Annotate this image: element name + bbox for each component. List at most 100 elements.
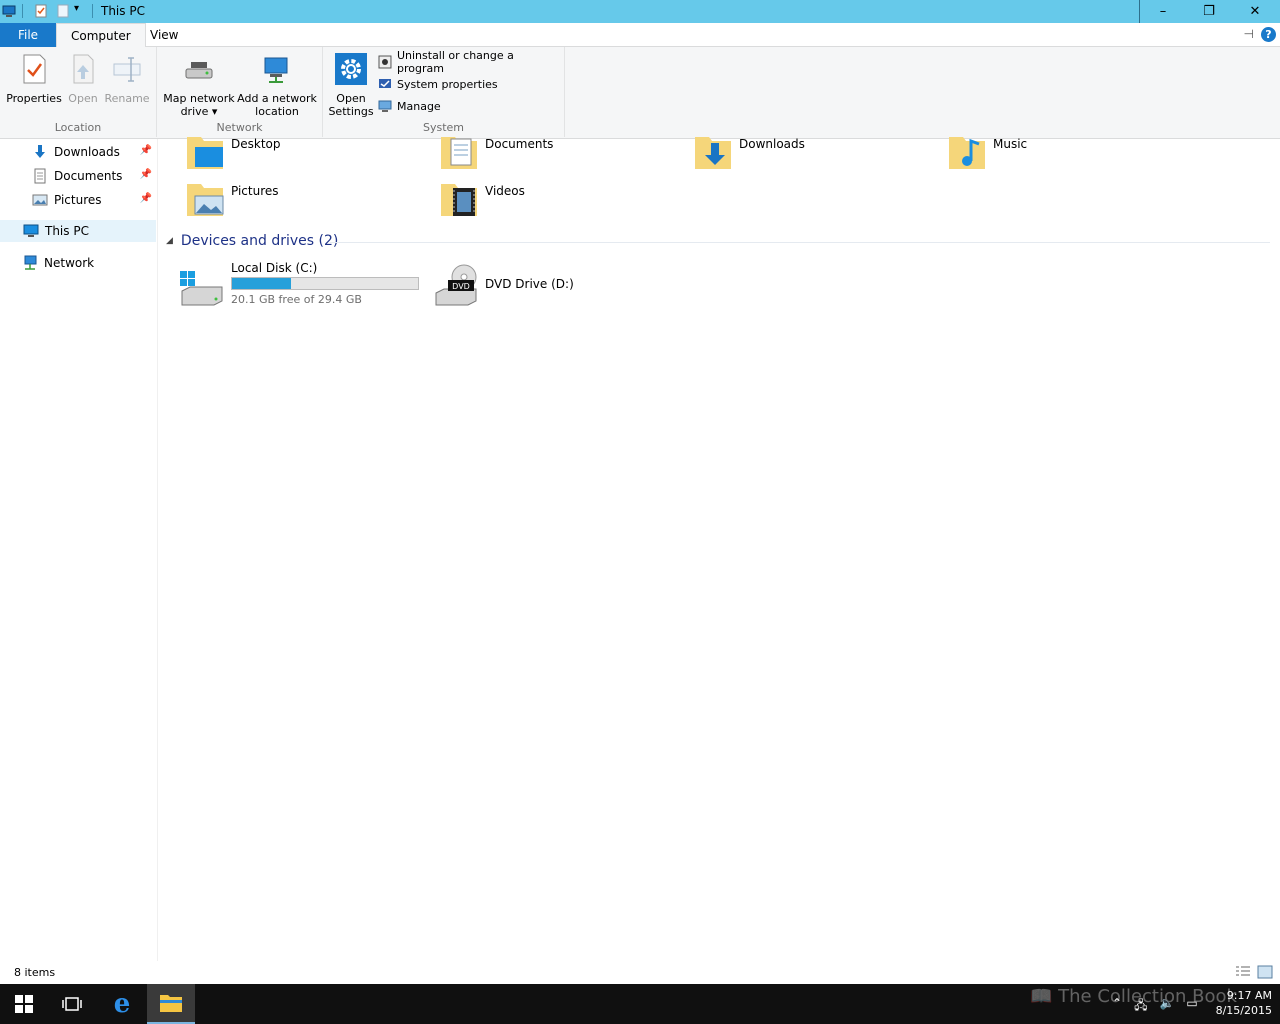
add-network-location-icon xyxy=(264,57,288,83)
folder-tile-videos[interactable]: Videos xyxy=(439,180,689,224)
nav-label-this-pc: This PC xyxy=(45,224,89,238)
documents-icon xyxy=(34,168,46,184)
map-network-drive-label-2: drive ▾ xyxy=(180,105,218,118)
nav-label-network: Network xyxy=(44,256,95,270)
status-bar: 8 items xyxy=(0,961,1280,984)
drive-tile-local-disk[interactable]: Local Disk (C:) 20.1 GB free of 29.4 GB xyxy=(178,261,422,311)
restore-button[interactable]: ❐ xyxy=(1186,0,1232,23)
rename-button[interactable]: Rename xyxy=(104,53,150,105)
window-title: This PC xyxy=(101,4,145,18)
open-button[interactable]: Open xyxy=(64,53,102,105)
pictures-folder-icon xyxy=(187,184,224,216)
item-count: 8 items xyxy=(14,966,56,979)
system-properties-icon xyxy=(379,79,391,88)
system-properties-label: System properties xyxy=(397,77,498,91)
group-divider xyxy=(330,242,1270,243)
edge-icon: e xyxy=(113,989,131,1019)
ribbon-tabs: File Computer View ⊣ ? xyxy=(0,23,1280,48)
devices-group-header[interactable]: ◢ Devices and drives (2) xyxy=(166,233,338,249)
downloads-icon xyxy=(35,145,45,158)
this-pc-window-icon[interactable] xyxy=(2,4,16,18)
task-view-icon xyxy=(62,997,82,1011)
nav-item-downloads[interactable]: Downloads 📌 xyxy=(0,141,156,163)
map-network-drive-icon xyxy=(185,62,213,79)
close-button[interactable]: ✕ xyxy=(1232,0,1278,23)
rename-icon xyxy=(113,57,141,82)
disk-usage-fill xyxy=(232,278,291,289)
properties-button[interactable]: Properties xyxy=(6,53,62,105)
music-folder-icon xyxy=(949,137,985,169)
new-folder-qat-icon[interactable] xyxy=(56,4,70,18)
pin-ribbon-icon[interactable]: ⊣ xyxy=(1244,27,1254,41)
collapse-chevron-icon[interactable]: ◢ xyxy=(166,236,173,246)
title-bar: ▾ This PC – ❐ ✕ xyxy=(0,0,1280,23)
rename-label: Rename xyxy=(104,92,150,105)
folder-label: Videos xyxy=(485,184,525,198)
add-network-location-button[interactable]: Add a network location xyxy=(237,53,317,118)
folder-tile-pictures[interactable]: Pictures xyxy=(185,180,435,224)
tab-view[interactable]: View xyxy=(136,23,192,47)
clock[interactable]: 9:17 AM 8/15/2015 xyxy=(1216,988,1272,1018)
help-icon[interactable]: ? xyxy=(1261,27,1276,42)
folder-tile-desktop[interactable]: Desktop xyxy=(185,133,435,177)
manage-button[interactable]: Manage xyxy=(378,97,441,115)
system-properties-button[interactable]: System properties xyxy=(378,75,498,93)
ribbon: Properties Open Rename Location Map netw… xyxy=(0,47,1280,139)
videos-folder-icon xyxy=(441,184,477,216)
nav-item-network[interactable]: Network xyxy=(0,252,156,274)
map-network-drive-button[interactable]: Map network drive ▾ xyxy=(162,53,236,118)
system-tray: ⌃ 🖧 🔈 ▭ xyxy=(1112,996,1198,1017)
map-network-drive-label: Map network xyxy=(163,92,235,105)
drive-tile-dvd[interactable]: DVD DVD Drive (D:) xyxy=(432,261,632,311)
book-logo-icon: 📖 xyxy=(1030,986,1053,1007)
edge-browser-button[interactable]: e xyxy=(98,984,146,1024)
properties-qat-icon[interactable] xyxy=(34,4,48,18)
folder-tile-documents[interactable]: Documents xyxy=(439,133,689,177)
show-hidden-icons-icon[interactable]: ⌃ xyxy=(1112,996,1122,1017)
clock-date: 8/15/2015 xyxy=(1215,1004,1272,1017)
content-area: Desktop Documents Downloads Music Pictur… xyxy=(160,137,1280,961)
tab-file[interactable]: File xyxy=(0,23,56,47)
pin-icon[interactable]: 📌 xyxy=(140,145,152,156)
task-view-button[interactable] xyxy=(48,984,96,1024)
nav-item-pictures[interactable]: Pictures 📌 xyxy=(0,189,156,211)
manage-icon xyxy=(378,100,392,112)
location-group-label: Location xyxy=(54,121,102,134)
clock-time: 9:17 AM xyxy=(1226,989,1272,1002)
qat-customize-icon[interactable]: ▾ xyxy=(74,3,79,14)
disk-usage-bar xyxy=(231,277,419,290)
navigation-pane: Downloads 📌 Documents 📌 Pictures 📌 This … xyxy=(0,139,158,961)
open-settings-button[interactable]: Open Settings xyxy=(327,53,375,118)
folder-tile-music[interactable]: Music xyxy=(947,133,1197,177)
folder-tile-downloads[interactable]: Downloads xyxy=(693,133,943,177)
add-network-location-label-2: location xyxy=(255,105,299,118)
file-explorer-taskbar-button[interactable] xyxy=(147,984,195,1024)
tab-computer[interactable]: Computer xyxy=(56,23,146,48)
taskbar: e 📖 The Collection Book ⌃ 🖧 🔈 ▭ 9:17 AM … xyxy=(0,984,1280,1024)
minimize-button[interactable]: – xyxy=(1140,0,1186,23)
local-disk-icon xyxy=(180,271,223,306)
drive-free-space: 20.1 GB free of 29.4 GB xyxy=(231,293,362,306)
qat-separator xyxy=(22,4,23,18)
large-icons-view-icon[interactable] xyxy=(1257,965,1273,979)
this-pc-icon xyxy=(23,224,39,237)
drive-name: DVD Drive (D:) xyxy=(485,277,574,291)
pin-icon[interactable]: 📌 xyxy=(140,193,152,204)
uninstall-icon xyxy=(378,55,392,69)
start-button[interactable] xyxy=(0,984,48,1024)
network-icon xyxy=(24,255,37,270)
devices-group-title: Devices and drives (2) xyxy=(180,233,339,249)
folder-label: Desktop xyxy=(231,137,281,151)
nav-item-this-pc[interactable]: This PC xyxy=(0,220,156,242)
action-center-icon[interactable]: ▭ xyxy=(1186,996,1197,1017)
uninstall-program-button[interactable]: Uninstall or change a program xyxy=(378,49,564,75)
volume-icon[interactable]: 🔈 xyxy=(1159,996,1174,1017)
documents-folder-icon xyxy=(441,137,477,169)
details-view-icon[interactable] xyxy=(1235,965,1251,979)
nav-item-documents[interactable]: Documents 📌 xyxy=(0,165,156,187)
pin-icon[interactable]: 📌 xyxy=(140,169,152,180)
folder-label: Documents xyxy=(485,137,554,151)
open-label: Open xyxy=(68,92,98,105)
file-explorer-icon xyxy=(160,995,182,1012)
network-tray-icon[interactable]: 🖧 xyxy=(1134,996,1147,1017)
